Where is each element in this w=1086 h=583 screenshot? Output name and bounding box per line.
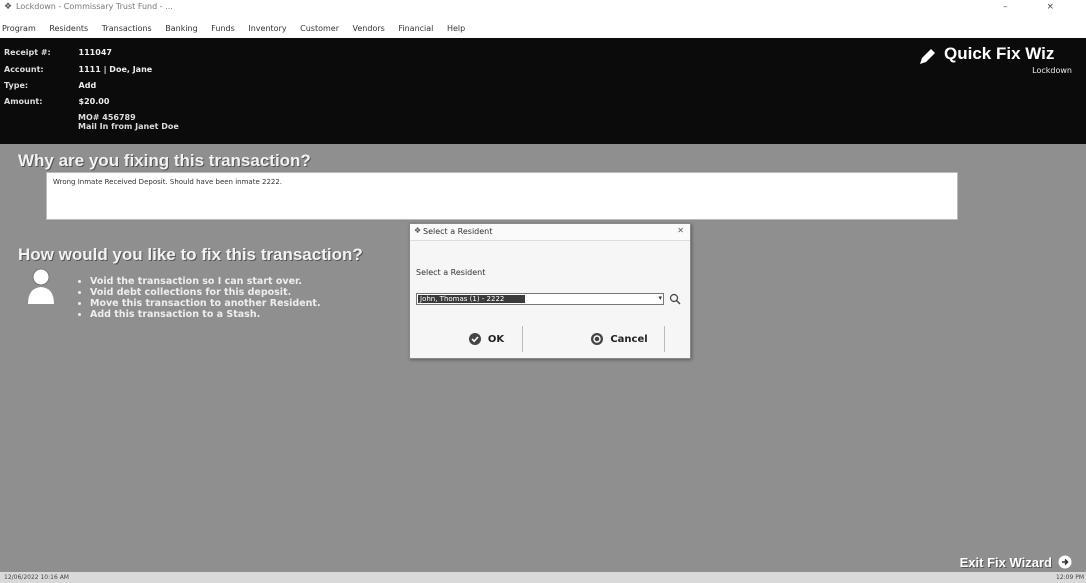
option-void-debt-collections[interactable]: Void debt collections for this deposit. xyxy=(90,287,321,298)
option-void-transaction[interactable]: Void the transaction so I can start over… xyxy=(90,276,321,287)
memo: MO# 456789 Mail In from Janet Doe xyxy=(78,113,179,131)
option-move-transaction[interactable]: Move this transaction to another Residen… xyxy=(90,298,321,309)
close-icon[interactable]: ✕ xyxy=(677,226,684,235)
amount-value: $20.00 xyxy=(78,97,110,106)
type-row: Type: Add xyxy=(4,80,96,91)
dialog-label: Select a Resident xyxy=(416,268,486,277)
amount-row: Amount: $20.00 xyxy=(4,96,109,107)
app-icon: ❖ xyxy=(4,2,13,12)
status-bar: 12/06/2022 10:16 AM 12:09 PM xyxy=(0,572,1086,583)
select-resident-dialog: ❖ Select a Resident ✕ Select a Resident … xyxy=(409,223,691,359)
resident-select[interactable]: John, Thomas (1) - 2222 ▾ xyxy=(416,293,664,305)
ok-button[interactable]: OK xyxy=(450,326,523,352)
transaction-header: Receipt #: 111047 Account: 1111 | Doe, J… xyxy=(0,38,1086,144)
type-label: Type: xyxy=(4,81,29,90)
dialog-app-icon: ❖ xyxy=(414,226,422,235)
resident-select-value: John, Thomas (1) - 2222 xyxy=(418,295,525,303)
menu-help[interactable]: Help xyxy=(447,24,465,33)
reason-field[interactable]: Wrong Inmate Received Deposit. Should ha… xyxy=(46,172,958,220)
person-icon xyxy=(28,268,54,304)
menu-inventory[interactable]: Inventory xyxy=(248,24,286,33)
account-value: 1111 | Doe, Jane xyxy=(78,65,153,74)
exit-wizard-button[interactable]: Exit Fix Wizard xyxy=(960,554,1072,570)
wizard-subtitle: Lockdown xyxy=(1032,66,1072,75)
menu-bar: Program Residents Transactions Banking F… xyxy=(0,22,1086,36)
cancel-label: Cancel xyxy=(610,333,648,345)
ok-label: OK xyxy=(487,333,505,345)
fix-options: Void the transaction so I can start over… xyxy=(80,276,321,320)
option-add-to-stash[interactable]: Add this transaction to a Stash. xyxy=(90,309,321,320)
account-label: Account: xyxy=(4,65,44,74)
receipt-value: 111047 xyxy=(78,48,112,57)
account-row: Account: 1111 | Doe, Jane xyxy=(4,64,152,75)
why-heading: Why are you fixing this transaction? xyxy=(18,151,311,170)
amount-label: Amount: xyxy=(4,97,43,106)
status-left: 12/06/2022 10:16 AM xyxy=(4,574,69,581)
window-titlebar: ❖ Lockdown - Commissary Trust Fund - ...… xyxy=(0,0,1086,14)
dialog-titlebar: ❖ Select a Resident ✕ xyxy=(410,224,690,241)
menu-residents[interactable]: Residents xyxy=(49,24,88,33)
menu-transactions[interactable]: Transactions xyxy=(102,24,152,33)
exit-icon xyxy=(1058,555,1072,569)
wizard-title: Quick Fix Wiz xyxy=(944,44,1055,63)
search-icon[interactable] xyxy=(669,293,681,305)
menu-program[interactable]: Program xyxy=(2,24,36,33)
menu-banking[interactable]: Banking xyxy=(165,24,197,33)
memo-line-2: Mail In from Janet Doe xyxy=(78,122,179,131)
window-title: Lockdown - Commissary Trust Fund - ... xyxy=(16,2,173,11)
receipt-row: Receipt #: 111047 xyxy=(4,47,112,58)
menu-funds[interactable]: Funds xyxy=(211,24,235,33)
menu-customer[interactable]: Customer xyxy=(300,24,339,33)
menu-financial[interactable]: Financial xyxy=(398,24,433,33)
window-controls[interactable]: – × xyxy=(1003,0,1072,14)
dialog-title: Select a Resident xyxy=(423,227,493,236)
receipt-label: Receipt #: xyxy=(4,48,51,57)
cancel-icon xyxy=(591,333,604,345)
chevron-down-icon[interactable]: ▾ xyxy=(658,294,662,302)
status-time: 12:09 PM xyxy=(1056,574,1084,581)
menu-vendors[interactable]: Vendors xyxy=(353,24,385,33)
type-value: Add xyxy=(78,81,97,90)
memo-line-1: MO# 456789 xyxy=(78,113,136,122)
how-heading: How would you like to fix this transacti… xyxy=(18,245,363,264)
exit-wizard-label: Exit Fix Wizard xyxy=(959,554,1052,570)
pencil-icon xyxy=(920,49,935,64)
cancel-button[interactable]: Cancel xyxy=(574,326,665,352)
check-icon xyxy=(468,333,481,345)
